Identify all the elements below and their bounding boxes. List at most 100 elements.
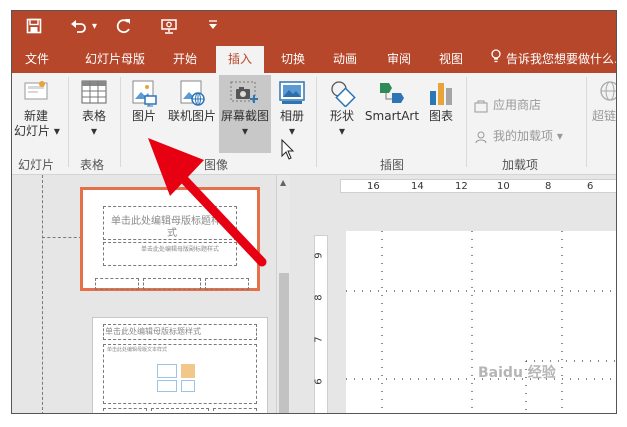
vertical-ruler: 9 8 7 6 [313,235,328,413]
new-slide-button[interactable]: 新建 幻灯片 ▾ [14,79,60,139]
thumb-picture-icon [157,380,177,392]
table-button[interactable]: 表格 ▾ [74,79,114,139]
ruler-label: 7 [313,336,325,343]
thumbnail-scrollbar[interactable]: ▲ [276,175,290,413]
horizontal-ruler: 16 14 12 10 8 6 [340,179,616,193]
master-tree-branch [42,237,82,238]
slide-thumbnail-pane: 单击此处编辑母版标题样 式 单击此处编辑母版副标题样式 单击此处编辑母版标题样式… [34,175,282,413]
thumb-layout-body-placeholder [103,344,257,404]
photo-album-icon [279,81,305,104]
lightbulb-icon [490,46,502,73]
online-picture-button[interactable]: 联机图片 [164,79,220,124]
thumb-footer-placeholder [95,278,139,290]
store-label: 应用商店 [493,98,542,112]
screenshot-label: 屏幕截图 [220,109,269,123]
new-slide-label: 新建 [23,109,48,123]
thumb-footer-placeholder [151,408,209,413]
redo-icon[interactable] [116,18,132,34]
online-picture-label: 联机图片 [167,109,216,123]
new-slide-label-2-text: 幻灯片 [14,124,51,138]
store-button[interactable]: 应用商店 [474,97,541,113]
ruler-label: 10 [497,181,510,192]
tab-review[interactable]: 审阅 [378,46,420,73]
tab-file[interactable]: 文件 [16,46,58,73]
slide-canvas[interactable] [346,231,616,413]
hyperlink-button[interactable]: 超链接 [590,79,616,124]
thumb-footer-placeholder [205,278,249,290]
screenshot-button[interactable]: 屏幕截图 ▾ [219,75,271,153]
group-label-images: 图像 [204,158,229,172]
ruler-label: 16 [367,181,380,192]
baidu-watermark: Baidu 经验 [478,365,556,381]
thumb-media-icon [181,380,195,392]
smartart-button[interactable]: SmartArt [362,79,422,124]
undo-icon[interactable] [70,18,88,34]
picture-button[interactable]: 图片 [126,79,162,124]
online-picture-icon [180,80,205,106]
new-slide-icon [24,81,48,100]
tab-home[interactable]: 开始 [164,46,206,73]
chart-icon [430,83,452,105]
screenshot-dropdown-icon: ▾ [241,124,249,138]
master-tree-line [42,175,43,413]
ruler-label: 9 [313,252,325,259]
new-slide-label-2: 幻灯片 ▾ [14,124,60,138]
tab-insert[interactable]: 插入 [216,46,264,73]
thumb-table-icon [157,364,177,378]
shapes-button[interactable]: 形状 ▾ [322,79,362,139]
group-label-addins: 加载项 [502,158,539,172]
tell-me-text: 告诉我您想要做什么... [506,52,617,66]
ruler-label: 6 [313,378,325,385]
ruler-label: 8 [545,181,552,192]
group-label-slides: 幻灯片 [18,158,55,172]
store-icon [474,100,488,112]
group-separator [68,77,69,167]
tell-me-box[interactable]: 告诉我您想要做什么... [490,46,617,73]
screenshot-frame: ▾ 文件 幻灯片母版 开始 插入 切换 动画 审阅 视图 告诉我您想要做什么..… [0,0,627,427]
slide-thumbnail-layout[interactable]: 单击此处编辑母版标题样式 单击此处编辑母版文本样式 [92,317,268,413]
table-label: 表格 [81,109,106,123]
undo-dropdown-icon[interactable]: ▾ [92,18,97,36]
start-presentation-icon[interactable] [160,18,178,34]
ruler-label: 8 [313,294,325,301]
group-label-tables: 表格 [80,158,105,172]
ruler-label: 14 [411,181,424,192]
album-button[interactable]: 相册 ▾ [274,79,310,139]
thumb-layout-body-text: 单击此处编辑母版文本样式 [107,347,168,353]
picture-label: 图片 [131,109,156,123]
ruler-label: 12 [455,181,468,192]
group-separator [466,77,467,167]
my-addins-button[interactable]: 我的加载项 ▾ [474,128,563,144]
shapes-dropdown-icon: ▾ [338,124,346,138]
thumb-footer-placeholder [103,408,147,413]
powerpoint-window: ▾ 文件 幻灯片母版 开始 插入 切换 动画 审阅 视图 告诉我您想要做什么..… [11,10,617,414]
customize-quick-access-icon[interactable] [208,18,218,30]
thumb-subtitle-text: 单击此处编辑母版副标题样式 [141,246,220,253]
group-separator [586,77,587,167]
ribbon-tab-bar: 文件 幻灯片母版 开始 插入 切换 动画 审阅 视图 告诉我您想要做什么... [12,46,617,73]
save-icon[interactable] [26,18,42,34]
thumb-layout-title-text: 单击此处编辑母版标题样式 [105,327,201,336]
slide-thumbnail-master[interactable]: 单击此处编辑母版标题样 式 单击此处编辑母版副标题样式 [80,187,260,291]
scrollbar-thumb[interactable] [279,273,289,413]
chart-label: 图表 [428,109,453,123]
chart-button[interactable]: 图表 [422,79,460,124]
slide-guides [346,231,616,413]
thumb-chart-icon [181,364,195,378]
group-separator [316,77,317,167]
scroll-up-icon[interactable]: ▲ [280,178,286,187]
ribbon-insert: 新建 幻灯片 ▾ 幻灯片 表格 ▾ 表格 图片 联机图片 屏幕截图 ▾ 相册 ▾… [12,73,616,175]
tab-view[interactable]: 视图 [430,46,472,73]
thumb-title-text-line2: 式 [167,228,177,239]
table-dropdown-icon: ▾ [90,124,98,138]
thumb-footer-placeholder [143,278,201,290]
group-label-illustrations: 插图 [380,158,405,172]
table-icon [81,80,107,104]
picture-icon [132,80,157,107]
tab-slide-master[interactable]: 幻灯片母版 [74,46,156,73]
group-separator [120,77,121,167]
tab-animations[interactable]: 动画 [324,46,366,73]
thumb-footer-placeholder [213,408,257,413]
tab-transitions[interactable]: 切换 [272,46,314,73]
hyperlink-icon [600,81,616,101]
